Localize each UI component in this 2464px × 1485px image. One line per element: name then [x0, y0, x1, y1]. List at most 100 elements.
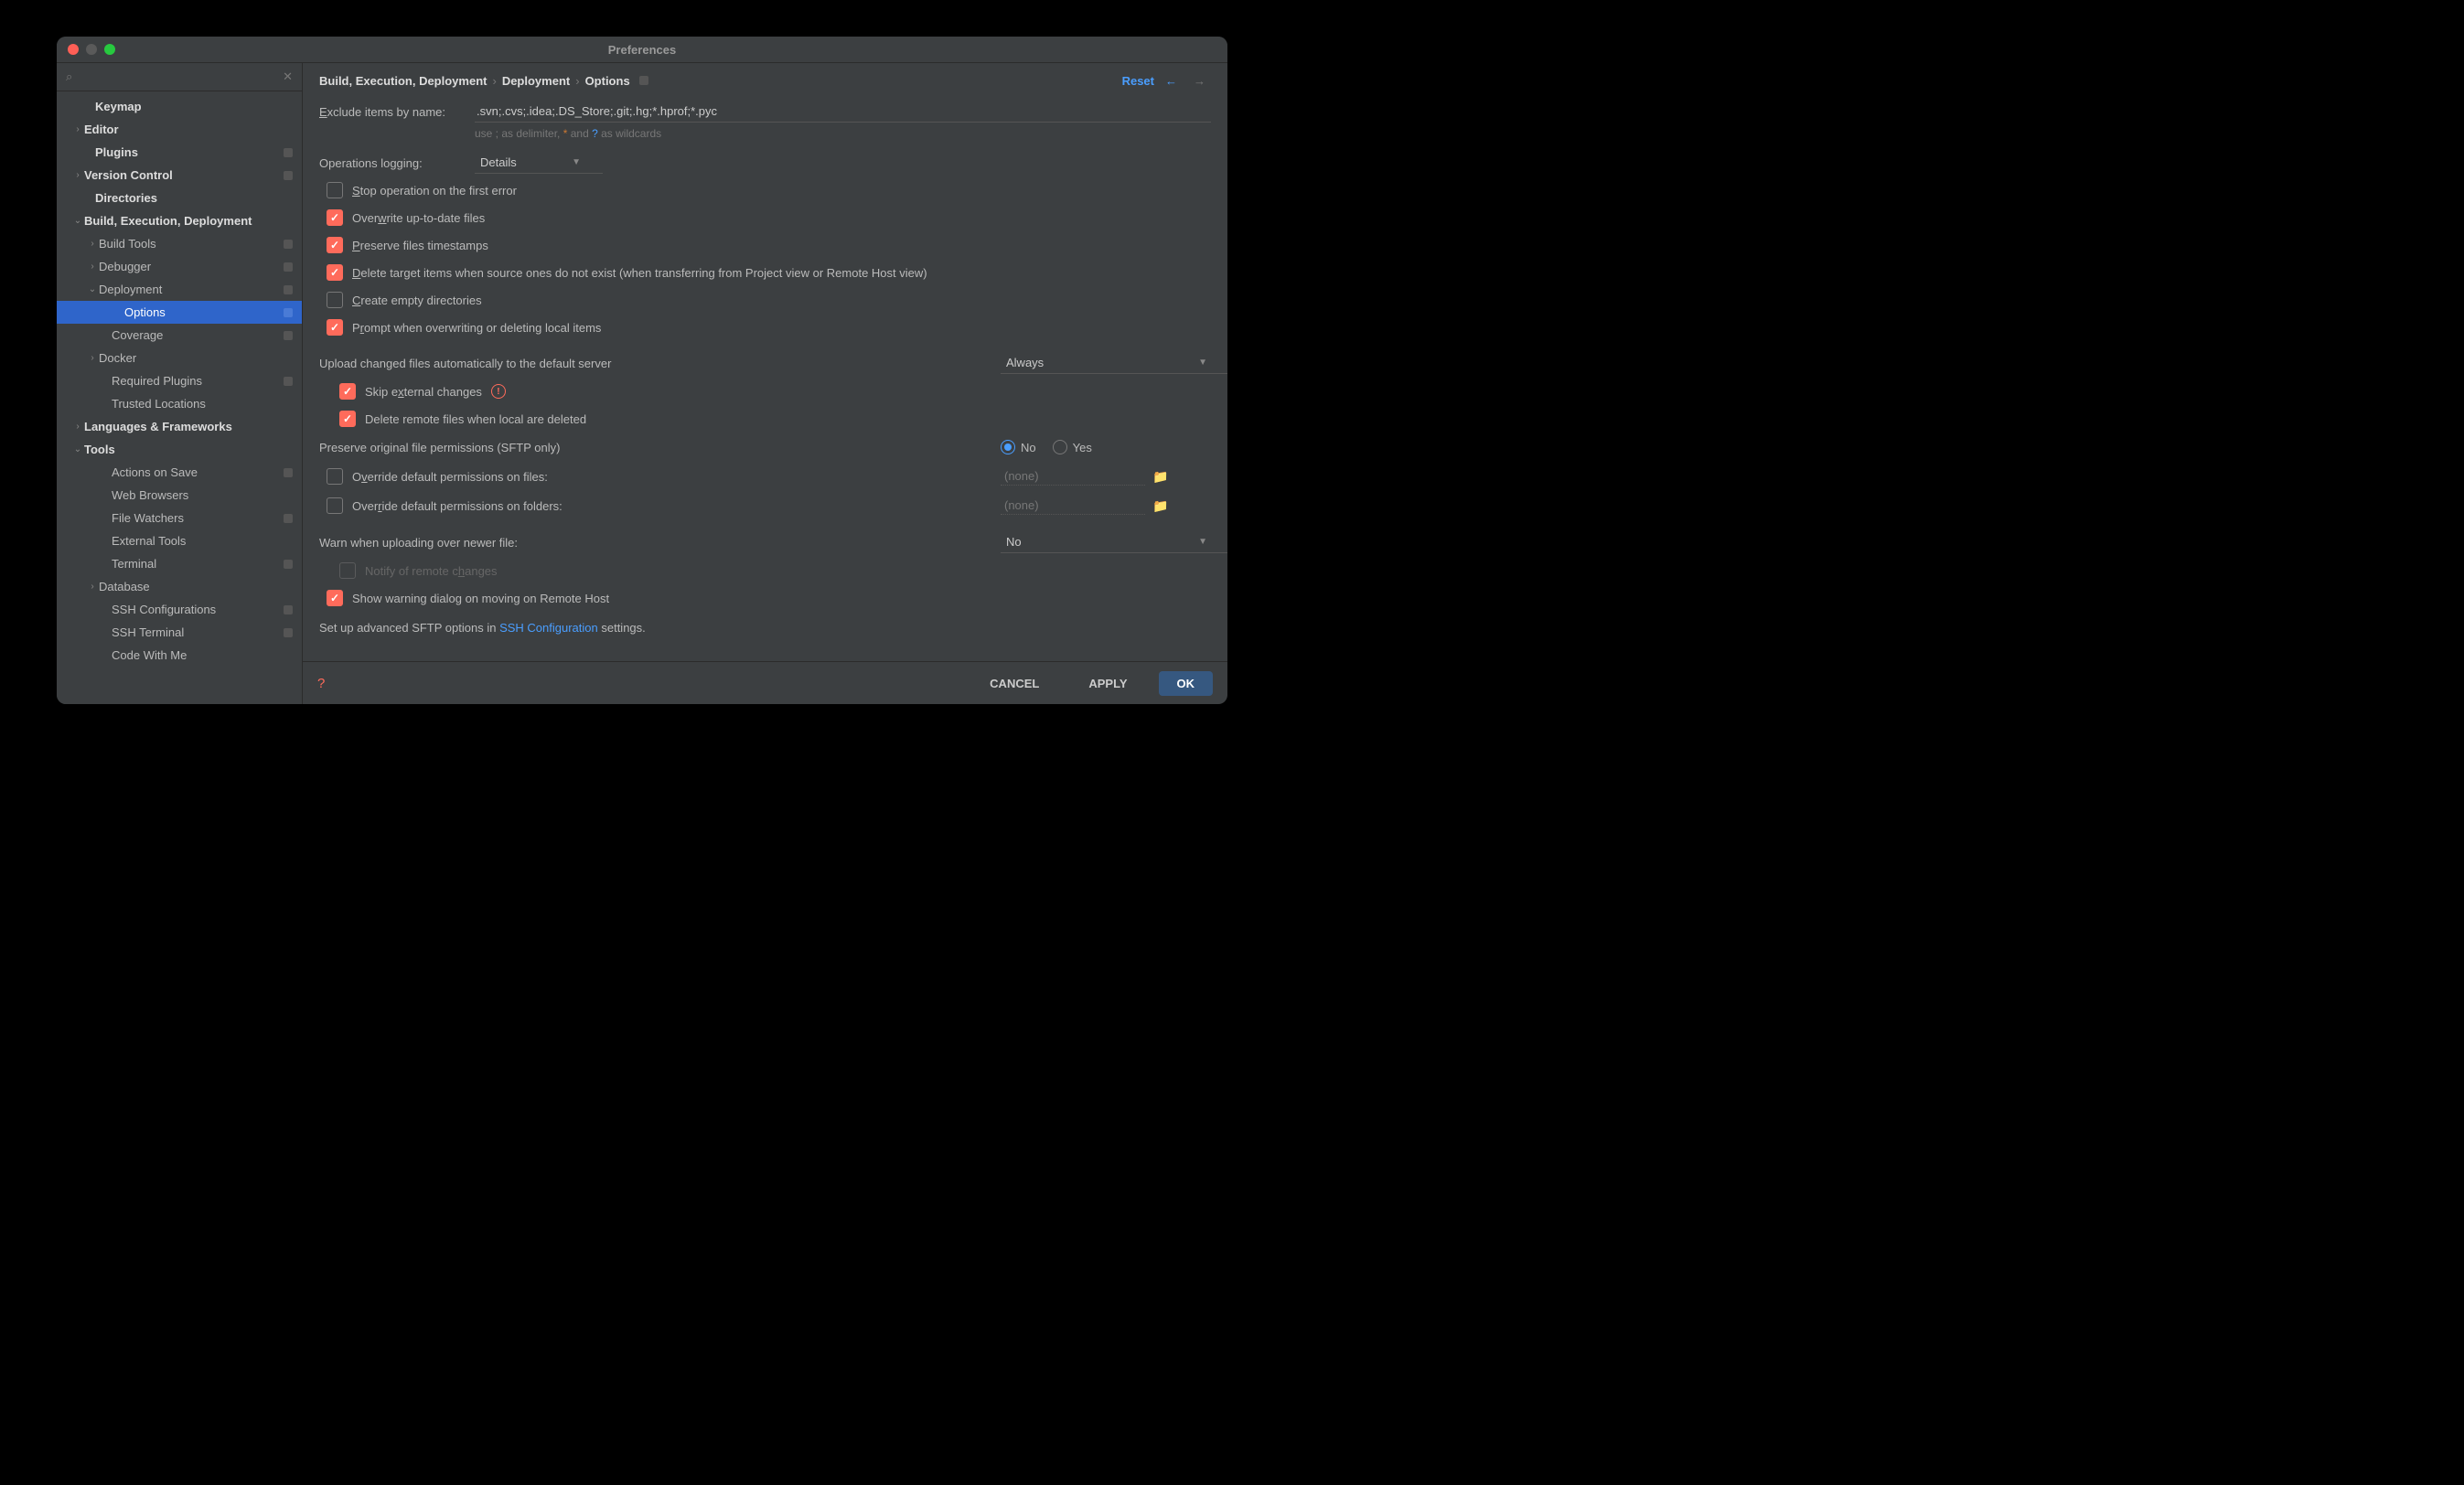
check-skip-external[interactable] — [339, 383, 356, 400]
sidebar-item-directories[interactable]: Directories — [57, 187, 302, 209]
sidebar-item-terminal[interactable]: Terminal — [57, 552, 302, 575]
sidebar-item-label: SSH Terminal — [112, 625, 284, 639]
close-window-button[interactable] — [68, 44, 79, 55]
chevron-icon: › — [86, 582, 99, 592]
project-badge-icon — [284, 560, 293, 569]
sidebar-item-label: Languages & Frameworks — [84, 420, 293, 433]
settings-tree[interactable]: Keymap›EditorPlugins›Version ControlDire… — [57, 91, 302, 704]
check-delete-remote[interactable] — [339, 411, 356, 427]
sidebar-item-label: Debugger — [99, 260, 284, 273]
exclude-input[interactable] — [475, 101, 1211, 123]
sidebar-item-external-tools[interactable]: External Tools — [57, 529, 302, 552]
sidebar-item-required-plugins[interactable]: Required Plugins — [57, 369, 302, 392]
breadcrumb-1[interactable]: Build, Execution, Deployment — [319, 74, 487, 88]
project-badge-icon — [284, 377, 293, 386]
sidebar-item-docker[interactable]: ›Docker — [57, 347, 302, 369]
sidebar-item-version-control[interactable]: ›Version Control — [57, 164, 302, 187]
breadcrumb-2[interactable]: Deployment — [502, 74, 570, 88]
sidebar-item-label: Editor — [84, 123, 293, 136]
sidebar-item-label: Required Plugins — [112, 374, 284, 388]
sidebar-item-ssh-terminal[interactable]: SSH Terminal — [57, 621, 302, 644]
check-overwrite[interactable] — [327, 209, 343, 226]
oplog-select[interactable]: Details▼ — [475, 152, 603, 174]
cancel-button[interactable]: CANCEL — [971, 671, 1057, 696]
nav-back-icon[interactable]: ← — [1160, 74, 1183, 88]
minimize-window-button[interactable] — [86, 44, 97, 55]
chevron-icon: › — [71, 124, 84, 134]
sidebar-item-label: Options — [124, 305, 284, 319]
check-delete-target-label: Delete target items when source ones do … — [352, 266, 927, 280]
breadcrumb-row: Build, Execution, Deployment › Deploymen… — [303, 63, 1227, 98]
check-skip-external-label: Skip external changes — [365, 385, 482, 399]
perm-files-input[interactable] — [1001, 467, 1145, 486]
chevron-icon: › — [71, 422, 84, 432]
warn-label: Warn when uploading over newer file: — [319, 536, 982, 550]
warning-icon[interactable]: ! — [491, 384, 506, 399]
sidebar-item-build-execution-deployment[interactable]: ⌄Build, Execution, Deployment — [57, 209, 302, 232]
reset-button[interactable]: Reset — [1122, 74, 1154, 88]
upload-select[interactable]: Always▼ — [1001, 352, 1227, 374]
sidebar-item-label: Docker — [99, 351, 293, 365]
project-badge-icon — [284, 628, 293, 637]
sidebar-item-label: Keymap — [95, 100, 293, 113]
sidebar-item-editor[interactable]: ›Editor — [57, 118, 302, 141]
window-title: Preferences — [608, 43, 676, 57]
sidebar-item-trusted-locations[interactable]: Trusted Locations — [57, 392, 302, 415]
clear-search-icon[interactable]: ✕ — [283, 69, 293, 84]
perm-folders-input[interactable] — [1001, 497, 1145, 515]
check-delete-target[interactable] — [327, 264, 343, 281]
sidebar-item-file-watchers[interactable]: File Watchers — [57, 507, 302, 529]
folder-icon[interactable]: 📁 — [1152, 469, 1168, 485]
check-stop-first-error[interactable] — [327, 182, 343, 198]
sidebar-item-plugins[interactable]: Plugins — [57, 141, 302, 164]
check-prompt-overwrite-label: Prompt when overwriting or deleting loca… — [352, 321, 601, 335]
sidebar-item-label: Directories — [95, 191, 293, 205]
sidebar-item-label: Plugins — [95, 145, 284, 159]
help-icon[interactable]: ? — [317, 676, 325, 691]
sidebar-item-coverage[interactable]: Coverage — [57, 324, 302, 347]
sidebar-item-database[interactable]: ›Database — [57, 575, 302, 598]
radio-perm-no[interactable] — [1001, 440, 1015, 454]
check-override-files[interactable] — [327, 468, 343, 485]
check-show-warning-label: Show warning dialog on moving on Remote … — [352, 592, 609, 605]
check-prompt-overwrite[interactable] — [327, 319, 343, 336]
sidebar-item-debugger[interactable]: ›Debugger — [57, 255, 302, 278]
project-badge-icon — [284, 262, 293, 272]
apply-button[interactable]: APPLY — [1070, 671, 1145, 696]
project-badge-icon — [639, 76, 648, 85]
check-override-folders[interactable] — [327, 497, 343, 514]
sidebar-item-web-browsers[interactable]: Web Browsers — [57, 484, 302, 507]
zoom-window-button[interactable] — [104, 44, 115, 55]
check-override-files-label: Override default permissions on files: — [352, 470, 548, 484]
ok-button[interactable]: OK — [1159, 671, 1214, 696]
footnote: Set up advanced SFTP options in SSH Conf… — [319, 621, 1211, 635]
sidebar-item-options[interactable]: Options — [57, 301, 302, 324]
chevron-icon: › — [86, 239, 99, 249]
titlebar: Preferences — [57, 37, 1227, 63]
sidebar-item-build-tools[interactable]: ›Build Tools — [57, 232, 302, 255]
radio-perm-yes[interactable] — [1053, 440, 1067, 454]
chevron-icon: ⌄ — [71, 444, 84, 454]
sidebar-item-deployment[interactable]: ⌄Deployment — [57, 278, 302, 301]
sidebar-item-actions-on-save[interactable]: Actions on Save — [57, 461, 302, 484]
sidebar-item-keymap[interactable]: Keymap — [57, 95, 302, 118]
sidebar-item-languages-frameworks[interactable]: ›Languages & Frameworks — [57, 415, 302, 438]
window-controls — [68, 44, 115, 55]
check-delete-remote-label: Delete remote files when local are delet… — [365, 412, 586, 426]
check-create-empty[interactable] — [327, 292, 343, 308]
nav-forward-icon[interactable]: → — [1188, 74, 1211, 88]
check-show-warning[interactable] — [327, 590, 343, 606]
sidebar-item-code-with-me[interactable]: Code With Me — [57, 644, 302, 667]
check-overwrite-label: Overwrite up-to-date files — [352, 211, 485, 225]
warn-select[interactable]: No▼ — [1001, 531, 1227, 553]
sidebar-item-tools[interactable]: ⌄Tools — [57, 438, 302, 461]
ssh-config-link[interactable]: SSH Configuration — [499, 621, 598, 635]
project-badge-icon — [284, 331, 293, 340]
folder-icon[interactable]: 📁 — [1152, 498, 1168, 514]
sidebar-item-ssh-configurations[interactable]: SSH Configurations — [57, 598, 302, 621]
check-preserve-ts[interactable] — [327, 237, 343, 253]
breadcrumb-3[interactable]: Options — [585, 74, 630, 88]
project-badge-icon — [284, 285, 293, 294]
search-input[interactable] — [78, 69, 277, 85]
preferences-window: Preferences ⌕ ✕ Keymap›EditorPlugins›Ver… — [57, 37, 1227, 704]
